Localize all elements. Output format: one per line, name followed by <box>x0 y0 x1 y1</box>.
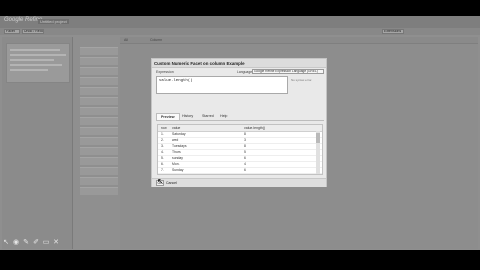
highlighter-icon[interactable]: ✐ <box>32 238 40 247</box>
row-item <box>80 57 118 65</box>
row-item <box>80 147 118 155</box>
cell-value: sunday <box>172 156 183 160</box>
cell-result: 4 <box>244 162 246 166</box>
cell-result: 6 <box>244 168 246 172</box>
language-select[interactable]: Google Refine Expression Language (GREL) <box>252 69 324 74</box>
row-item <box>80 107 118 115</box>
tab-starred[interactable]: Starred <box>198 113 218 120</box>
cell-value: Saturday <box>172 132 186 136</box>
info-line <box>10 69 48 71</box>
mouse-cursor-icon: ↖ <box>157 177 164 186</box>
syntax-status: No syntax error. <box>291 78 313 82</box>
cell-result: 3 <box>244 138 246 142</box>
row-strip <box>80 37 118 249</box>
pen-icon[interactable]: ✎ <box>22 238 30 247</box>
cell-row: 5. <box>161 156 164 160</box>
annotation-toolbar: ↖ ◉ ✎ ✐ ▭ ✕ <box>2 238 62 248</box>
grid-header: All Column <box>120 37 478 44</box>
letterbox-top <box>0 0 480 16</box>
row-item <box>80 47 118 55</box>
expression-input[interactable]: value.length() <box>156 76 288 94</box>
row-item <box>80 67 118 75</box>
row-item <box>80 87 118 95</box>
cell-value: wed <box>172 138 179 142</box>
project-name[interactable]: Untitled project <box>38 19 69 24</box>
preview-table: row value value.length() 1. Saturday 8 2… <box>157 124 323 175</box>
cell-value: Mon. <box>172 162 180 166</box>
row-item <box>80 167 118 175</box>
header-value: value <box>172 126 181 130</box>
cell-row: 7. <box>161 168 164 172</box>
cell-row: 6. <box>161 162 164 166</box>
cancel-button[interactable]: Cancel <box>166 180 177 186</box>
custom-facet-dialog: Custom Numeric Facet on column Example E… <box>151 58 327 187</box>
tab-help[interactable]: Help <box>216 113 231 120</box>
letterbox-bottom <box>0 250 480 270</box>
language-label: Language <box>237 70 253 74</box>
language-select-value: Google Refine Expression Language (GREL) <box>254 69 318 73</box>
row-item <box>80 187 118 195</box>
expression-label: Expression <box>156 70 174 74</box>
toolbar-extensions-button[interactable]: Extensions <box>382 29 404 34</box>
facet-panel <box>2 37 73 249</box>
app-header: Google Refine Untitled project <box>0 16 480 28</box>
row-item <box>80 137 118 145</box>
header-result: value.length() <box>244 126 266 130</box>
info-line <box>10 59 54 61</box>
pointer-icon[interactable]: ↖ <box>2 238 10 247</box>
row-item <box>80 117 118 125</box>
row-item <box>80 127 118 135</box>
table-row: 7. Sunday 6 <box>158 167 322 174</box>
cell-result: 6 <box>244 156 246 160</box>
cell-value: Sunday <box>172 168 184 172</box>
info-line <box>10 54 66 56</box>
toolbar-undo-redo-tab[interactable]: Undo / Redo <box>22 29 44 34</box>
info-line <box>10 49 60 51</box>
row-item <box>80 157 118 165</box>
cell-value: Tuesdays <box>172 144 187 148</box>
app-logo: Google Refine <box>4 17 43 23</box>
cell-value: Thurs <box>172 150 181 154</box>
scrollbar-thumb[interactable] <box>316 133 320 143</box>
row-item <box>80 97 118 105</box>
tab-history[interactable]: History <box>178 113 197 120</box>
dialog-footer: OK Cancel <box>152 178 326 187</box>
preview-scrollbar[interactable] <box>316 131 320 174</box>
header-row: row <box>161 126 167 130</box>
cell-result: 8 <box>244 144 246 148</box>
row-item <box>80 177 118 185</box>
grid-col-column[interactable]: Column <box>150 38 162 42</box>
facet-info-box <box>6 43 70 83</box>
cell-row: 3. <box>161 144 164 148</box>
tab-preview[interactable]: Preview <box>156 113 180 120</box>
record-icon[interactable]: ◉ <box>12 238 20 247</box>
cell-row: 2. <box>161 138 164 142</box>
toolbar <box>0 28 480 35</box>
expression-text: value.length() <box>159 79 193 83</box>
cell-row: 4. <box>161 150 164 154</box>
eraser-icon[interactable]: ▭ <box>42 238 50 247</box>
toolbar-facet-tab[interactable]: Facet <box>4 29 20 34</box>
cell-row: 1. <box>161 132 164 136</box>
dialog-title: Custom Numeric Facet on column Example <box>154 61 245 66</box>
grid-col-all[interactable]: All <box>124 38 128 42</box>
close-icon[interactable]: ✕ <box>52 238 60 247</box>
dialog-tabs: Preview History Starred Help <box>156 113 324 121</box>
info-line <box>10 64 62 66</box>
cell-result: 5 <box>244 150 246 154</box>
row-item <box>80 77 118 85</box>
cell-result: 8 <box>244 132 246 136</box>
dialog-titlebar: Custom Numeric Facet on column Example <box>152 59 326 68</box>
